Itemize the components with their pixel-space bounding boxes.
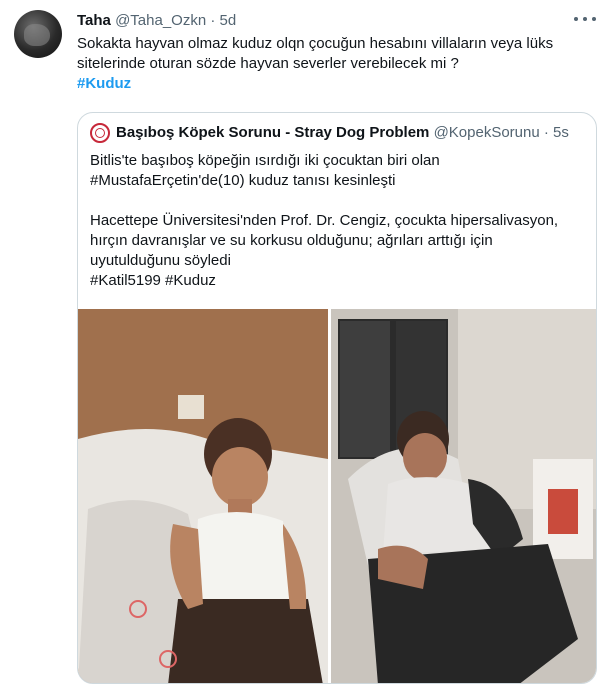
display-name[interactable]: Taha: [77, 12, 111, 29]
quoted-tweet[interactable]: Başıboş Köpek Sorunu - Stray Dog Problem…: [77, 112, 597, 684]
quoted-tweet-time[interactable]: 5s: [553, 124, 569, 141]
quoted-text-line: hırçın davranışlar ve su korkusu olduğun…: [90, 232, 493, 249]
quoted-tweet-media[interactable]: [78, 309, 597, 684]
tweet[interactable]: Taha @Taha_Ozkn · 5d Sokakta hayvan olma…: [0, 0, 614, 684]
tweet-text-line: Sokakta hayvan olmaz kuduz olqn çocuğun …: [77, 35, 554, 52]
quoted-text-line: uyutulduğunu söyledi: [90, 252, 231, 269]
right-photo[interactable]: [331, 309, 597, 684]
user-handle[interactable]: @Taha_Ozkn: [115, 12, 206, 29]
left-photo[interactable]: [78, 309, 328, 684]
quoted-hashtags[interactable]: #Katil5199 #Kuduz: [90, 271, 590, 291]
quoted-text-line: #MustafaErçetin'de(10) kuduz tanısı kesi…: [90, 172, 396, 189]
tweet-time[interactable]: 5d: [220, 12, 237, 29]
header-separator: ·: [210, 12, 216, 29]
tweet-text: Sokakta hayvan olmaz kuduz olqn çocuğun …: [77, 34, 597, 94]
quoted-tweet-text: Bitlis'te başıboş köpeğin ısırdığı iki ç…: [90, 151, 590, 291]
quoted-text-line: Bitlis'te başıboş köpeğin ısırdığı iki ç…: [90, 152, 440, 169]
tweet-header: Taha @Taha_Ozkn · 5d: [77, 11, 236, 31]
quoted-header-separator: ·: [543, 124, 549, 141]
stray-dog-logo-icon[interactable]: [90, 123, 110, 143]
quoted-text-line: [90, 191, 590, 211]
tweet-text-line: sitelerinde oturan sözde hayvan severler…: [77, 55, 459, 72]
quoted-display-name[interactable]: Başıboş Köpek Sorunu - Stray Dog Problem: [116, 124, 429, 141]
user-avatar[interactable]: [14, 10, 62, 58]
media-photos: [78, 309, 597, 684]
quoted-tweet-header: Başıboş Köpek Sorunu - Stray Dog Problem…: [116, 123, 569, 143]
quoted-user-handle[interactable]: @KopekSorunu: [434, 124, 540, 141]
hashtag-link[interactable]: #Kuduz: [77, 75, 131, 92]
more-options-icon[interactable]: [574, 10, 596, 28]
quoted-text-line: Hacettepe Üniversitesi'nden Prof. Dr. Ce…: [90, 212, 559, 229]
